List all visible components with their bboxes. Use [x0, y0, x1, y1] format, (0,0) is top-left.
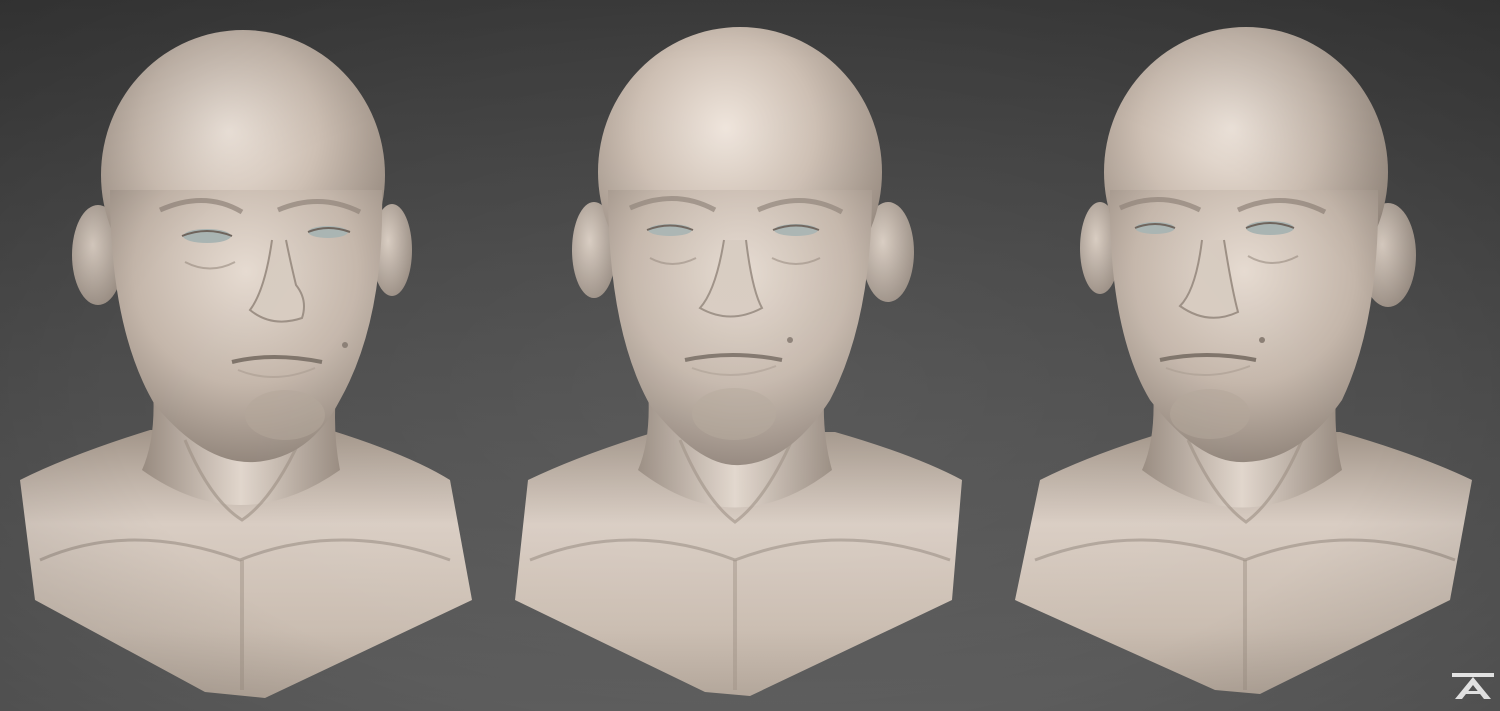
- render-canvas: [0, 0, 1500, 711]
- studio-logo-icon: [1452, 671, 1494, 701]
- head-sculpt-image: [20, 30, 472, 698]
- sculpt-bust-right: [1010, 0, 1480, 711]
- sculpt-bust-left: [10, 0, 480, 711]
- head-sculpt-image: [515, 27, 962, 696]
- sculpt-bust-center: [510, 0, 980, 711]
- head-sculpt-image: [1015, 27, 1472, 694]
